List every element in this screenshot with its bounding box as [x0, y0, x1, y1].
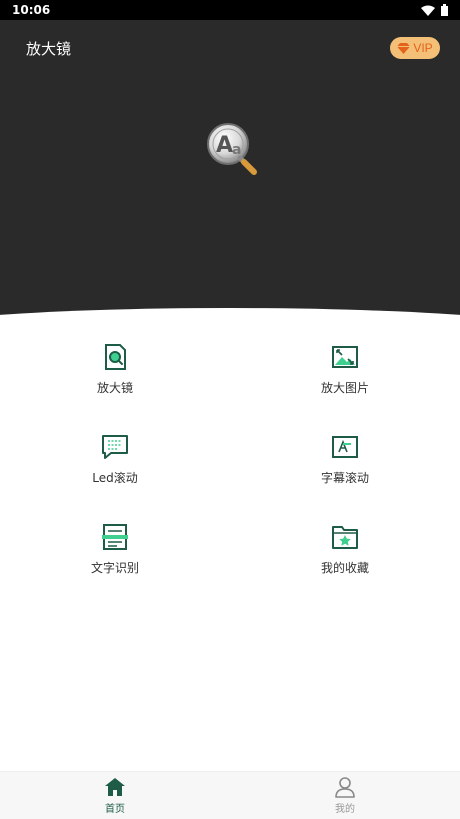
feature-label: 放大镜 [96, 381, 133, 395]
page-title: 放大镜 [26, 40, 72, 58]
header-curve [0, 308, 460, 320]
feature-led-scroll[interactable]: Led滚动 [50, 433, 180, 493]
led-message-icon [102, 435, 128, 459]
status-time: 10:06 [12, 3, 51, 17]
user-icon [335, 777, 355, 798]
feature-label: 文字识别 [90, 561, 139, 575]
text-recognition-icon [102, 524, 128, 550]
feature-text-recognition[interactable]: 文字识别 [50, 523, 180, 583]
favorites-folder-icon [332, 526, 358, 549]
status-bar: 10:06 [0, 0, 460, 20]
battery-icon [441, 4, 448, 16]
nav-mine[interactable]: 我的 [305, 776, 385, 819]
diamond-icon [397, 42, 411, 54]
subtitle-scroll-icon [332, 436, 358, 458]
feature-magnifier[interactable]: 放大镜 [50, 343, 180, 403]
app-logo-icon: A a [207, 123, 257, 175]
feature-label: 我的收藏 [320, 561, 369, 575]
feature-label: 放大图片 [320, 381, 369, 395]
magnifier-doc-icon [105, 344, 126, 370]
nav-home[interactable]: 首页 [75, 776, 155, 819]
feature-enlarge-image[interactable]: 放大图片 [280, 343, 410, 403]
header: 放大镜 VIP A a [0, 20, 460, 320]
enlarge-image-icon [332, 346, 358, 368]
nav-mine-label: 我的 [335, 804, 355, 815]
wifi-icon [421, 5, 435, 16]
feature-label: Led滚动 [92, 471, 138, 485]
feature-subtitle-scroll[interactable]: 字幕滚动 [280, 433, 410, 493]
feature-label: 字幕滚动 [320, 471, 369, 485]
feature-favorites[interactable]: 我的收藏 [280, 523, 410, 583]
vip-button[interactable]: VIP [390, 37, 440, 59]
nav-home-label: 首页 [105, 804, 125, 815]
bottom-nav: 首页 我的 [0, 771, 460, 819]
vip-label: VIP [413, 41, 433, 55]
svg-text:A: A [216, 133, 233, 158]
status-icons [421, 4, 448, 16]
home-icon [105, 778, 125, 796]
